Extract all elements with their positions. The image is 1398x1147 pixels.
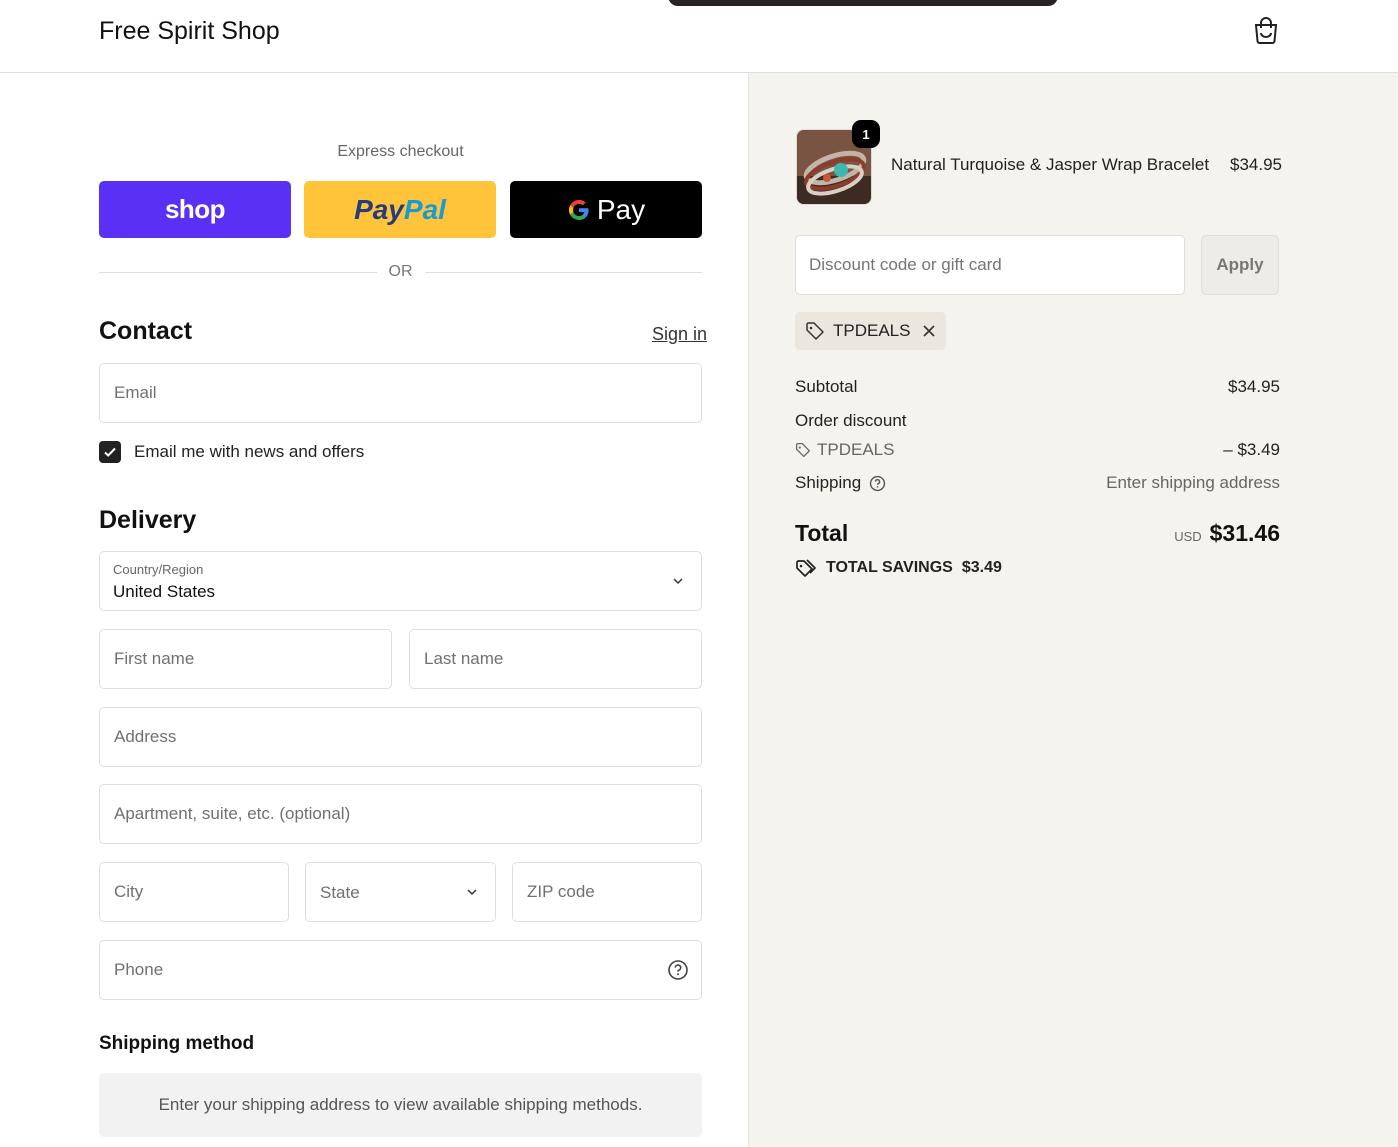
paypal-button[interactable]: Pay Pal: [304, 181, 496, 238]
applied-code-label: TPDEALS: [833, 321, 911, 340]
city-input[interactable]: [100, 863, 288, 921]
address-input[interactable]: [100, 708, 701, 766]
product-price: $34.95: [1230, 155, 1282, 174]
shipping-method-heading: Shipping method: [99, 1033, 255, 1054]
shipping-method-info: Enter your shipping address to view avai…: [99, 1073, 702, 1137]
header: Free Spirit Shop: [0, 0, 1398, 73]
express-checkout-label: Express checkout: [337, 143, 464, 160]
google-pay-label: Pay: [596, 193, 646, 225]
country-value: United States: [113, 582, 216, 601]
newsletter-option[interactable]: Email me with news and offers: [99, 441, 364, 463]
discount-code-row: TPDEALS: [795, 440, 894, 460]
state-placeholder: State: [320, 883, 360, 902]
remove-discount-button[interactable]: [922, 324, 936, 338]
or-divider: OR: [99, 262, 702, 282]
product-name: Natural Turquoise & Jasper Wrap Bracelet: [891, 155, 1210, 174]
divider-line: [99, 271, 377, 273]
delivery-heading: Delivery: [99, 506, 197, 534]
email-input[interactable]: [100, 364, 701, 422]
contact-heading: Contact: [99, 317, 193, 345]
total-label: Total: [795, 520, 849, 546]
discount-value: – $3.49: [1223, 440, 1280, 459]
shipping-label: Shipping: [795, 473, 862, 492]
address-field[interactable]: [99, 707, 702, 767]
phone-field[interactable]: [99, 940, 702, 1000]
chevron-down-icon: [673, 578, 683, 585]
shipping-row: Shipping: [795, 473, 886, 493]
tags-icon: [796, 559, 816, 577]
first-name-field[interactable]: [99, 629, 392, 689]
shop-title[interactable]: Free Spirit Shop: [99, 17, 280, 46]
top-overlay-bar: [668, 0, 1058, 6]
last-name-input[interactable]: [410, 630, 701, 688]
subtotal-label: Subtotal: [795, 377, 858, 396]
first-name-input[interactable]: [100, 630, 391, 688]
subtotal-value: $34.95: [1228, 377, 1280, 396]
google-pay-button[interactable]: Pay: [510, 181, 702, 238]
total-savings-value: $3.49: [961, 559, 1002, 576]
phone-input[interactable]: [100, 941, 701, 999]
checkmark-icon: [104, 447, 116, 457]
total-amount: $31.46: [1209, 520, 1280, 546]
shipping-value: Enter shipping address: [1106, 473, 1280, 492]
applied-discount-chip: TPDEALS: [795, 312, 947, 350]
shopping-bag-icon: [1254, 17, 1278, 44]
city-field[interactable]: [99, 862, 289, 922]
newsletter-label: Email me with news and offers: [134, 442, 365, 461]
zip-input[interactable]: [513, 863, 701, 921]
total-currency: USD: [1174, 529, 1202, 544]
close-icon: [923, 325, 936, 337]
zip-field[interactable]: [512, 862, 702, 922]
tag-icon: [806, 322, 824, 340]
last-name-field[interactable]: [409, 629, 702, 689]
chevron-down-icon: [467, 889, 477, 896]
total-value-group: USD $31.46: [1174, 520, 1280, 547]
shop-pay-label: shop: [164, 194, 226, 224]
total-savings: TOTAL SAVINGS $3.49: [795, 558, 1002, 578]
order-discount-label: Order discount: [795, 411, 907, 430]
quantity-badge: 1: [852, 120, 880, 148]
help-circle-icon[interactable]: [869, 475, 886, 492]
shop-pay-button[interactable]: shop: [99, 181, 291, 238]
cart-button[interactable]: [1250, 14, 1282, 46]
apply-button[interactable]: Apply: [1201, 235, 1279, 295]
apartment-input[interactable]: [100, 785, 701, 843]
discount-code-label: TPDEALS: [817, 440, 895, 459]
total-savings-label: TOTAL SAVINGS: [826, 559, 953, 576]
discount-field[interactable]: [795, 235, 1185, 295]
discount-input[interactable]: [796, 236, 1184, 294]
apartment-field[interactable]: [99, 784, 702, 844]
or-label: OR: [388, 263, 413, 280]
paypal-logo-part1: Pay: [354, 193, 404, 225]
state-select[interactable]: State: [305, 862, 496, 922]
paypal-logo-part2: Pal: [403, 193, 446, 225]
newsletter-checkbox[interactable]: [99, 441, 121, 463]
divider-line: [424, 271, 702, 273]
email-field[interactable]: [99, 363, 702, 423]
tag-icon: [795, 442, 811, 458]
sign-in-link[interactable]: Sign in: [652, 324, 707, 345]
help-circle-icon[interactable]: [667, 959, 689, 981]
google-g-icon: [568, 199, 589, 220]
country-label: Country/Region: [113, 562, 204, 577]
country-select[interactable]: Country/Region United States: [99, 551, 702, 611]
